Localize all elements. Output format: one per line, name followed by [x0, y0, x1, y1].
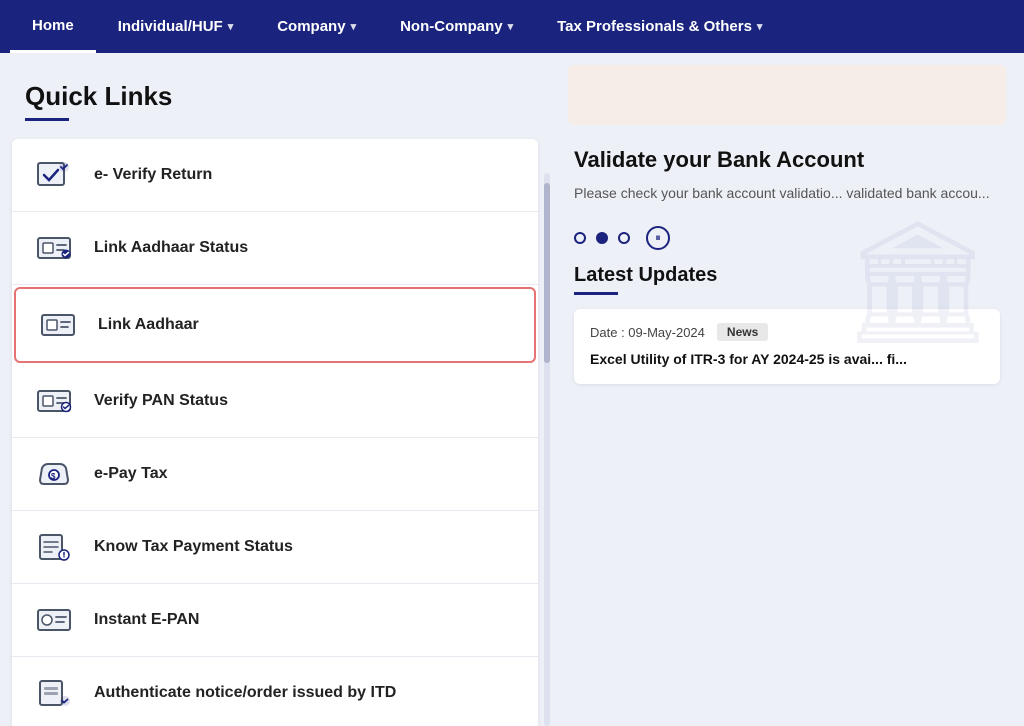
- update-date: Date : 09-May-2024: [590, 325, 705, 340]
- right-panel: Validate your Bank Account Please check …: [550, 53, 1024, 726]
- carousel-pause-button[interactable]: [646, 226, 670, 250]
- instant-epan-label: Instant E-PAN: [94, 611, 199, 629]
- nav-item-taxpro[interactable]: Tax Professionals & Others ▾: [535, 0, 784, 53]
- update-badge: News: [717, 323, 768, 341]
- svg-text:$: $: [51, 472, 56, 481]
- link-aadhaar-icon: [36, 307, 80, 343]
- e-verify-label: e- Verify Return: [94, 166, 212, 184]
- nav-taxpro-label: Tax Professionals & Others: [557, 18, 752, 35]
- aadhaar-status-icon: [32, 230, 76, 266]
- authenticate-label: Authenticate notice/order issued by ITD: [94, 684, 396, 702]
- know-tax-icon: [32, 529, 76, 565]
- list-item-e-pay-tax[interactable]: $ e-Pay Tax: [12, 438, 538, 511]
- list-item-authenticate[interactable]: Authenticate notice/order issued by ITD: [12, 657, 538, 726]
- validate-desc: Please check your bank account validatio…: [574, 183, 1000, 204]
- nav-home-label: Home: [32, 17, 74, 34]
- carousel-controls: [550, 204, 1024, 250]
- update-card-header: Date : 09-May-2024 News: [590, 323, 984, 341]
- list-item-e-verify[interactable]: e- Verify Return: [12, 139, 538, 212]
- main-nav: Home Individual/HUF ▾ Company ▾ Non-Comp…: [0, 0, 1024, 53]
- nav-company-label: Company: [277, 18, 345, 35]
- quick-links-underline: [25, 118, 69, 121]
- e-pay-tax-icon: $: [32, 456, 76, 492]
- list-item-link-aadhaar[interactable]: Link Aadhaar: [14, 287, 536, 363]
- e-pay-tax-label: e-Pay Tax: [94, 465, 168, 483]
- latest-updates-section: Latest Updates Date : 09-May-2024 News E…: [550, 250, 1024, 384]
- validate-title: Validate your Bank Account: [574, 147, 1000, 173]
- nav-item-individual[interactable]: Individual/HUF ▾: [96, 0, 256, 53]
- carousel-dot-2[interactable]: [596, 232, 608, 244]
- list-item-know-tax[interactable]: Know Tax Payment Status: [12, 511, 538, 584]
- verify-pan-label: Verify PAN Status: [94, 392, 228, 410]
- list-item-link-aadhaar-status[interactable]: Link Aadhaar Status: [12, 212, 538, 285]
- carousel-dot-1[interactable]: [574, 232, 586, 244]
- instant-epan-icon: [32, 602, 76, 638]
- chevron-down-icon: ▾: [228, 20, 234, 33]
- verify-pan-icon: [32, 383, 76, 419]
- main-layout: Quick Links e- Verify Return: [0, 53, 1024, 726]
- chevron-down-icon: ▾: [757, 20, 763, 33]
- list-item-instant-epan[interactable]: Instant E-PAN: [12, 584, 538, 657]
- update-card: Date : 09-May-2024 News Excel Utility of…: [574, 309, 1000, 384]
- authenticate-icon: [32, 675, 76, 711]
- carousel-dot-3[interactable]: [618, 232, 630, 244]
- list-item-verify-pan[interactable]: Verify PAN Status: [12, 365, 538, 438]
- quick-links-list: e- Verify Return Link Aadhaar Status: [12, 139, 538, 726]
- aadhaar-status-label: Link Aadhaar Status: [94, 239, 248, 257]
- nav-item-company[interactable]: Company ▾: [255, 0, 378, 53]
- banner-area: [568, 65, 1006, 125]
- latest-updates-title: Latest Updates: [574, 264, 1000, 287]
- quick-links-title: Quick Links: [0, 81, 550, 112]
- e-verify-icon: [32, 157, 76, 193]
- nav-individual-label: Individual/HUF: [118, 18, 223, 35]
- nav-noncompany-label: Non-Company: [400, 18, 503, 35]
- validate-section: Validate your Bank Account Please check …: [550, 125, 1024, 204]
- latest-updates-underline: [574, 292, 618, 295]
- chevron-down-icon: ▾: [508, 20, 514, 33]
- update-text: Excel Utility of ITR-3 for AY 2024-25 is…: [590, 349, 984, 370]
- left-panel: Quick Links e- Verify Return: [0, 53, 550, 726]
- chevron-down-icon: ▾: [351, 20, 357, 33]
- know-tax-label: Know Tax Payment Status: [94, 538, 293, 556]
- nav-item-noncompany[interactable]: Non-Company ▾: [378, 0, 535, 53]
- link-aadhaar-label: Link Aadhaar: [98, 316, 199, 334]
- nav-item-home[interactable]: Home: [10, 0, 96, 53]
